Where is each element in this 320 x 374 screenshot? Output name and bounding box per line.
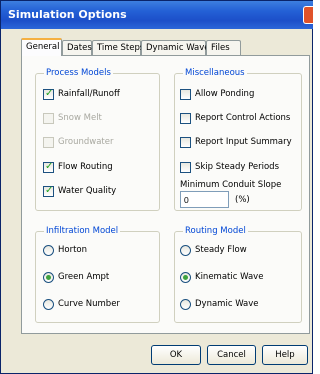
green-ampt-radio[interactable]: Green Ampt — [43, 270, 109, 284]
help-button[interactable]: Help — [262, 345, 308, 365]
radio-label: Steady Flow — [195, 245, 247, 255]
checkbox-box — [180, 88, 191, 100]
report-input-summary-checkbox[interactable]: Report Input Summary — [180, 135, 292, 149]
radio-circle — [43, 298, 54, 310]
process-models-title: Process Models — [44, 68, 113, 78]
min-conduit-slope-input[interactable] — [180, 191, 229, 208]
routing-model-group: Routing Model Steady Flow Kinematic Wave… — [174, 226, 302, 323]
skip-steady-periods-checkbox[interactable]: Skip Steady Periods — [180, 160, 279, 174]
miscellaneous-title: Miscellaneous — [183, 68, 247, 78]
radio-label: Dynamic Wave — [195, 299, 259, 309]
process-models-group: Process Models Rainfall/Runoff Snow Melt… — [35, 68, 160, 211]
checkbox-label: Report Input Summary — [195, 137, 292, 147]
water-quality-checkbox[interactable]: Water Quality — [43, 184, 116, 198]
radio-circle — [180, 271, 191, 283]
checkbox-box — [43, 161, 54, 173]
steady-flow-radio[interactable]: Steady Flow — [180, 243, 247, 257]
tab-general[interactable]: General — [21, 38, 62, 56]
allow-ponding-checkbox[interactable]: Allow Ponding — [180, 87, 254, 101]
checkbox-label: Report Control Actions — [195, 113, 291, 123]
window-title: Simulation Options — [8, 8, 127, 21]
checkbox-label: Snow Melt — [58, 113, 102, 123]
tab-files[interactable]: Files — [206, 40, 241, 55]
checkbox-box — [43, 185, 54, 197]
checkbox-box — [180, 136, 191, 148]
checkbox-box — [43, 112, 54, 124]
general-tab-panel: Process Models Rainfall/Runoff Snow Melt… — [21, 55, 310, 334]
checkbox-box — [43, 136, 54, 148]
curve-number-radio[interactable]: Curve Number — [43, 297, 120, 311]
checkbox-label: Water Quality — [58, 186, 117, 196]
flow-routing-checkbox[interactable]: Flow Routing — [43, 160, 113, 174]
radio-label: Green Ampt — [58, 272, 110, 282]
kinematic-wave-radio[interactable]: Kinematic Wave — [180, 270, 263, 284]
min-conduit-slope-label: Minimum Conduit Slope — [180, 180, 282, 190]
radio-label: Curve Number — [58, 299, 120, 309]
tab-dates[interactable]: Dates — [62, 40, 92, 55]
checkbox-label: Rainfall/Runoff — [58, 89, 120, 99]
checkbox-label: Flow Routing — [58, 162, 113, 172]
cancel-button[interactable]: Cancel — [207, 345, 256, 365]
close-icon[interactable] — [303, 6, 313, 24]
ok-button[interactable]: OK — [151, 345, 201, 365]
routing-model-title: Routing Model — [183, 226, 248, 236]
groundwater-checkbox[interactable]: Groundwater — [43, 135, 113, 149]
radio-label: Horton — [58, 245, 88, 255]
tab-dynamic-wave[interactable]: Dynamic Wave — [141, 40, 210, 55]
snow-melt-checkbox[interactable]: Snow Melt — [43, 111, 102, 125]
radio-circle — [180, 298, 191, 310]
checkbox-label: Allow Ponding — [195, 89, 255, 99]
checkbox-box — [180, 161, 191, 173]
infiltration-model-group: Infiltration Model Horton Green Ampt Cur… — [35, 226, 160, 323]
checkbox-box — [43, 88, 54, 100]
infiltration-model-title: Infiltration Model — [44, 226, 121, 236]
rainfall-runoff-checkbox[interactable]: Rainfall/Runoff — [43, 87, 120, 101]
radio-circle — [180, 244, 191, 256]
radio-label: Kinematic Wave — [195, 272, 264, 282]
horton-radio[interactable]: Horton — [43, 243, 87, 257]
dynamic-wave-radio[interactable]: Dynamic Wave — [180, 297, 259, 311]
radio-circle — [43, 244, 54, 256]
min-conduit-slope-unit: (%) — [235, 195, 250, 205]
miscellaneous-group: Miscellaneous Allow Ponding Report Contr… — [174, 68, 302, 211]
simulation-options-dialog: Simulation Options General Dates Time St… — [0, 0, 313, 374]
checkbox-label: Groundwater — [58, 137, 114, 147]
tab-time-steps[interactable]: Time Steps — [92, 40, 144, 55]
radio-circle — [43, 271, 54, 283]
checkbox-box — [180, 112, 191, 124]
title-bar[interactable]: Simulation Options — [1, 1, 313, 29]
checkbox-label: Skip Steady Periods — [195, 162, 280, 172]
report-control-actions-checkbox[interactable]: Report Control Actions — [180, 111, 290, 125]
